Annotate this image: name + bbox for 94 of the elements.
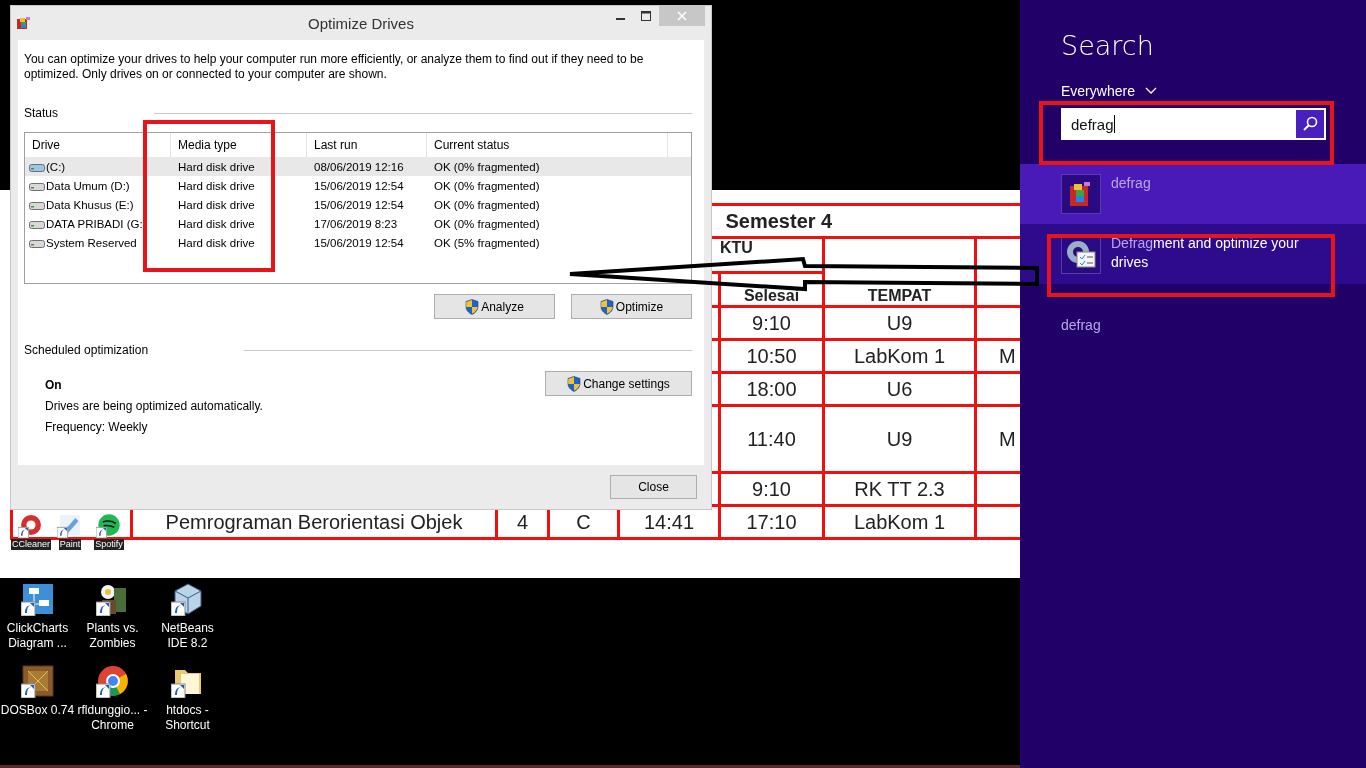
table-cell: Hard disk drive <box>178 236 255 249</box>
scope-label: Everywhere <box>1061 83 1135 99</box>
analyze-button[interactable]: Analyze <box>434 294 555 319</box>
result-label: Defragment and optimize your drives <box>1111 234 1300 272</box>
table-cell: Hard disk drive <box>178 198 255 211</box>
table-cell: U6 <box>823 372 976 406</box>
table-cell: U9 <box>823 405 976 473</box>
shield-icon <box>599 298 614 315</box>
search-result[interactable]: Defragment and optimize your drives <box>1020 224 1366 284</box>
section-label: Scheduled optimization <box>24 343 149 357</box>
search-suggestion[interactable]: defrag <box>1061 317 1101 333</box>
shortcut-label: htdocs - Shortcut <box>164 703 211 733</box>
desktop-shortcut[interactable]: Plants vs. Zombies <box>75 582 150 664</box>
search-button[interactable] <box>1296 110 1324 138</box>
table-cell: TEMPAT <box>823 237 976 307</box>
shortcut-icon <box>20 664 55 698</box>
desktop-shortcut[interactable]: NetBeans IDE 8.2 <box>150 582 225 664</box>
table-cell: 15/06/2019 12:54 <box>314 236 404 249</box>
schedule-state: On <box>45 378 63 392</box>
defrag-app-icon <box>1061 174 1101 214</box>
table-cell: 08/06/2019 12:16 <box>314 160 404 173</box>
search-result[interactable]: defrag <box>1020 164 1366 224</box>
table-cell: RK TT 2.3 <box>823 472 976 506</box>
table-cell: 9:10 <box>719 472 824 506</box>
minimize-icon <box>615 18 625 20</box>
shortcut-label: Plants vs. Zombies <box>85 621 140 651</box>
desktop-shortcut[interactable]: CCleaner <box>12 512 50 550</box>
table-cell: 17:10 <box>719 505 824 539</box>
table-cell: 17/06/2019 8:23 <box>314 217 398 230</box>
table-cell: Hard disk drive <box>178 179 255 192</box>
schedule-text: Drives are being optimized automatically. <box>45 399 264 413</box>
table-cell: 10:50 <box>719 339 824 373</box>
table-cell: Data Khusus (E:) <box>46 198 134 211</box>
shortcut-icon <box>170 582 205 616</box>
desktop-shortcut[interactable]: htdocs - Shortcut <box>150 664 225 746</box>
table-cell: 15/06/2019 12:54 <box>314 179 404 192</box>
drive-row[interactable]: Data Khusus (E:) Hard disk drive 15/06/2019 12:54 OK (0% fragmented) <box>25 195 691 214</box>
table-cell: 15/06/2019 12:54 <box>314 198 404 211</box>
shortcut-icon <box>96 512 122 538</box>
shortcut-icon <box>57 512 83 538</box>
shortcut-icon <box>95 664 130 698</box>
close-dialog-button[interactable]: Close <box>610 475 697 499</box>
search-icon <box>1302 116 1318 132</box>
result-label: defrag <box>1111 174 1152 193</box>
section-label: Status <box>24 106 59 120</box>
shortcut-label: CCleaner <box>11 539 51 550</box>
table-cell: LabKom 1 <box>823 505 976 539</box>
desktop-shortcut[interactable]: Spotify <box>90 512 128 550</box>
description-text: You can optimize your drives to help your computer run more efficiently, or analyze them to find out if they need to be optimized. Only drives on or connected to your computer are shown. <box>24 52 645 82</box>
table-cell: 18:00 <box>719 372 824 406</box>
pane-title: Search <box>1061 30 1155 61</box>
table-cell: OK (0% fragmented) <box>434 179 540 192</box>
shortcut-label: DOSBox 0.74 <box>0 703 75 718</box>
maximize-icon <box>641 11 651 21</box>
table-cell: DATA PRIBADI (G: <box>46 217 143 230</box>
table-cell: 11:40 <box>719 405 824 473</box>
table-cell: 9:10 <box>719 306 824 340</box>
change-settings-button[interactable]: Change settings <box>545 371 692 396</box>
defrag-app-icon <box>15 15 31 31</box>
shortcut-label: Paint <box>58 539 82 550</box>
table-cell: Hard disk drive <box>178 217 255 230</box>
optimize-button[interactable]: Optimize <box>571 294 692 319</box>
table-cell: Data Umum (D:) <box>46 179 130 192</box>
table-cell: Hard disk drive <box>178 160 255 173</box>
table-cell: Semester 4 <box>719 204 1020 238</box>
table-cell: (C:) <box>46 160 66 173</box>
table-cell: LabKom 1 <box>823 339 976 373</box>
drive-row[interactable]: (C:) Hard disk drive 08/06/2019 12:16 OK (0% fragmented) <box>25 157 691 176</box>
frequency-text: Frequency: Weekly <box>45 420 149 434</box>
shield-icon <box>465 298 480 315</box>
shortcut-icon <box>18 512 44 538</box>
drive-row[interactable]: Data Umum (D:) Hard disk drive 15/06/2019 12:54 OK (0% fragmented) <box>25 176 691 195</box>
desktop-shortcut[interactable]: Paint <box>51 512 89 550</box>
window-title: Optimize Drives <box>308 14 414 32</box>
search-field[interactable]: defrag <box>1061 108 1326 140</box>
close-icon <box>677 11 687 21</box>
table-cell: OK (5% fragmented) <box>434 236 540 249</box>
shield-icon <box>567 375 582 392</box>
scope-dropdown[interactable]: Everywhere <box>1061 83 1157 99</box>
shortcut-label: Spotify <box>94 539 124 550</box>
shortcut-label: ClickCharts Diagram ... <box>5 621 70 651</box>
desktop-shortcut[interactable]: ClickCharts Diagram ... <box>0 582 75 664</box>
table-cell: OK (0% fragmented) <box>434 198 540 211</box>
drive-row[interactable]: DATA PRIBADI (G: Hard disk drive 17/06/2019 8:23 OK (0% fragmented) <box>25 214 691 233</box>
desktop-shortcut[interactable]: rfldunggio... - Chrome <box>75 664 150 746</box>
table-cell: OK (0% fragmented) <box>434 160 540 173</box>
desktop-shortcut[interactable]: DOSBox 0.74 <box>0 664 75 746</box>
table-cell: OK (0% fragmented) <box>434 217 540 230</box>
shortcut-icon <box>20 582 55 616</box>
shortcut-label: rfldunggio... - Chrome <box>76 703 149 733</box>
chevron-down-icon <box>1144 87 1157 95</box>
table-cell: U9 <box>823 306 976 340</box>
shortcut-label: NetBeans IDE 8.2 <box>160 621 215 651</box>
table-cell: System Reserved <box>46 236 137 249</box>
